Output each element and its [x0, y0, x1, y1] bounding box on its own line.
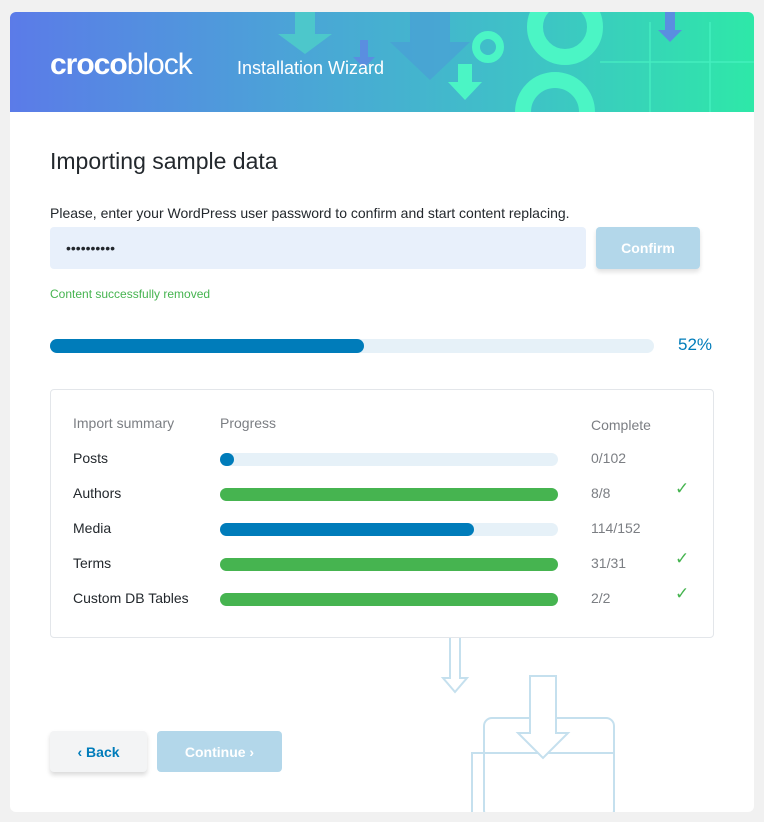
overall-progress-bar	[50, 339, 654, 353]
summary-row: Media 114/152	[51, 520, 713, 540]
summary-row: Posts 0/102	[51, 450, 713, 470]
status-message: Content successfully removed	[50, 287, 211, 301]
check-icon: ✓	[675, 584, 690, 603]
summary-row: Terms 31/31 ✓	[51, 549, 713, 575]
row-count: 0/102	[591, 450, 627, 466]
row-progress-fill	[220, 453, 234, 466]
confirm-button[interactable]: Confirm	[596, 227, 700, 269]
wizard-header: crocoblock Installation Wizard	[10, 12, 754, 112]
row-progress-fill	[220, 488, 558, 501]
check-icon: ✓	[675, 549, 690, 568]
summary-row: Custom DB Tables 2/2 ✓	[51, 584, 713, 610]
row-progress-bar	[220, 488, 558, 501]
header-title: Installation Wizard	[237, 58, 385, 78]
check-icon: ✓	[675, 479, 690, 498]
password-prompt: Please, enter your WordPress user passwo…	[50, 205, 570, 221]
header-import-summary: Import summary	[73, 415, 175, 431]
row-progress-bar	[220, 523, 558, 536]
row-count: 31/31	[591, 555, 627, 571]
row-label: Terms	[73, 555, 112, 571]
header-progress: Progress	[220, 415, 277, 431]
row-progress-bar	[220, 453, 558, 466]
row-progress-fill	[220, 558, 558, 571]
row-label: Custom DB Tables	[73, 590, 189, 606]
row-label: Media	[73, 520, 112, 536]
back-button[interactable]: ‹ Back	[50, 731, 147, 772]
overall-progress-label: 52%	[678, 335, 713, 354]
page-title: Importing sample data	[50, 148, 278, 174]
summary-row: Authors 8/8 ✓	[51, 479, 713, 505]
row-count: 2/2	[591, 590, 611, 606]
row-progress-fill	[220, 593, 558, 606]
header-complete: Complete	[591, 417, 651, 433]
overall-progress-fill	[50, 339, 365, 353]
continue-button[interactable]: Continue ›	[157, 731, 282, 772]
row-count: 114/152	[591, 520, 641, 536]
chevron-left-icon: ‹	[77, 743, 87, 760]
import-summary: Import summary Progress Complete Posts 0…	[50, 389, 714, 638]
wizard-card: crocoblock Installation Wizard Importing…	[10, 12, 754, 812]
row-label: Posts	[73, 450, 109, 466]
row-label: Authors	[73, 485, 122, 501]
row-progress-bar	[220, 593, 558, 606]
row-count: 8/8	[591, 485, 611, 501]
password-input[interactable]	[50, 227, 586, 269]
crocoblock-logo: crocoblock	[50, 48, 193, 81]
chevron-right-icon: ›	[245, 743, 255, 760]
import-illustration	[440, 638, 615, 812]
row-progress-bar	[220, 558, 558, 571]
row-progress-fill	[220, 523, 474, 536]
